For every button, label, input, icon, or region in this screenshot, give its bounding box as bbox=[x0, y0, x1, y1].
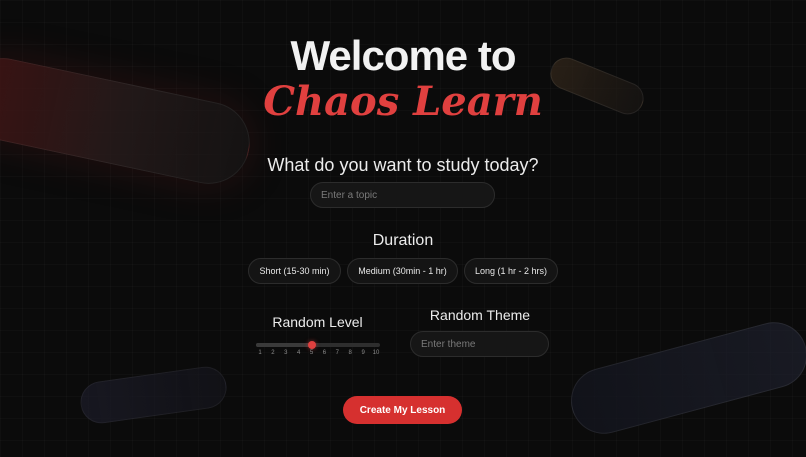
random-level-title: Random Level bbox=[272, 314, 363, 330]
duration-short-button[interactable]: Short (15-30 min) bbox=[248, 258, 341, 284]
random-theme-title: Random Theme bbox=[429, 307, 531, 323]
slider-tick-5: 5 bbox=[309, 350, 314, 356]
theme-input[interactable] bbox=[410, 331, 549, 357]
duration-options: Short (15-30 min) Medium (30min - 1 hr) … bbox=[0, 258, 806, 284]
slider-tick-10: 10 bbox=[372, 350, 380, 356]
slider-tick-9: 9 bbox=[361, 350, 365, 356]
create-lesson-button[interactable]: Create My Lesson bbox=[343, 396, 462, 424]
decorative-pill-bottom-left bbox=[77, 363, 230, 427]
page-title-welcome: Welcome to bbox=[290, 32, 517, 79]
slider-tick-8: 8 bbox=[348, 350, 352, 356]
duration-long-button[interactable]: Long (1 hr - 2 hrs) bbox=[464, 258, 558, 284]
duration-medium-button[interactable]: Medium (30min - 1 hr) bbox=[347, 258, 458, 284]
slider-tick-7: 7 bbox=[335, 350, 339, 356]
slider-tick-6: 6 bbox=[322, 350, 327, 356]
slider-fill bbox=[256, 343, 312, 347]
topic-question: What do you want to study today? bbox=[267, 155, 539, 175]
slider-ticks: 1 2 3 4 5 6 7 8 9 10 bbox=[255, 350, 381, 360]
page-title-brand: Chaos Learn bbox=[263, 78, 543, 125]
slider-thumb[interactable] bbox=[307, 341, 316, 349]
slider-tick-4: 4 bbox=[296, 350, 301, 356]
random-level-slider[interactable] bbox=[256, 341, 380, 349]
slider-tick-1: 1 bbox=[258, 350, 262, 356]
topic-input[interactable] bbox=[310, 182, 495, 208]
slider-tick-2: 2 bbox=[271, 350, 275, 356]
duration-title: Duration bbox=[372, 232, 434, 249]
slider-tick-3: 3 bbox=[284, 350, 288, 356]
decorative-pill-bottom-right bbox=[563, 314, 806, 442]
